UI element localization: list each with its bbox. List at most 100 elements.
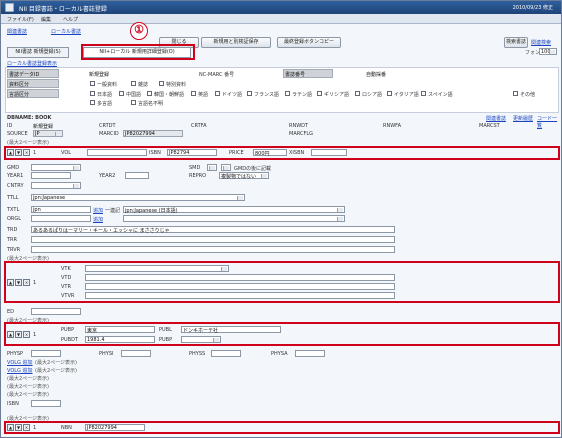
physi-field[interactable] [121, 350, 151, 357]
font-size-select[interactable]: 100 [539, 48, 557, 55]
lang-check-13[interactable] [131, 100, 136, 105]
move-up-icon[interactable]: ▲ [7, 149, 14, 156]
lang-check-2[interactable] [147, 91, 152, 96]
isbn-bottom-field[interactable] [31, 400, 61, 407]
lang-check-5[interactable] [247, 91, 252, 96]
nbn-field[interactable]: JP82027994 [85, 424, 145, 431]
vt-delete-icon[interactable]: × [23, 279, 30, 286]
gmd2-select[interactable] [221, 164, 231, 171]
lang-check-0[interactable] [90, 91, 95, 96]
pubp-field[interactable]: 東京 [85, 326, 155, 334]
lang-check-10[interactable] [421, 91, 426, 96]
history-link[interactable]: 更新履歴 [513, 115, 533, 122]
new-save-button[interactable]: 新規用と別検証保存 [201, 37, 271, 48]
txtl-sub-select[interactable]: jpn:Japanese (日本語) [123, 206, 345, 214]
related-record-link[interactable]: 関連書誌 [486, 115, 506, 122]
lang-check-9[interactable] [387, 91, 392, 96]
move-down-icon[interactable]: ▼ [15, 149, 22, 156]
gmd-label: GMD [7, 165, 20, 171]
dbname-header: DBNAME: BOOK [7, 115, 52, 121]
code-list-link[interactable]: コード一覧 [537, 115, 561, 129]
menu-help[interactable]: ヘルプ [63, 16, 78, 23]
help-link[interactable]: 関連検索 [531, 39, 551, 46]
trr-label: TRR [7, 237, 18, 243]
lang-check-6[interactable] [285, 91, 290, 96]
tab-nii-new[interactable]: NII書誌 新規登録(S) [7, 47, 69, 58]
related-link[interactable]: 関連書誌 [7, 28, 27, 35]
vol-field[interactable] [87, 149, 147, 156]
year1-field[interactable] [31, 172, 71, 179]
nbn-delete-icon[interactable]: × [23, 424, 30, 431]
repro-select[interactable]: 複製物ではない [219, 172, 269, 180]
trr-field[interactable] [31, 236, 395, 243]
orgl-sub-select[interactable] [123, 215, 345, 222]
isbn-field[interactable]: JP82794 [167, 149, 217, 156]
vtk-select[interactable] [85, 265, 229, 272]
cntry-select[interactable] [31, 182, 81, 189]
year2-label: YEAR2 [99, 173, 116, 179]
pub-delete-icon[interactable]: × [23, 331, 30, 338]
ttll-select[interactable]: jpn:Japanese [31, 194, 245, 201]
xisbn-label: XISBN [289, 150, 305, 156]
pubp2-select[interactable] [181, 336, 221, 343]
smd-select[interactable] [207, 164, 217, 171]
trd-field[interactable]: あるあるぱりはーマリー・キール・エッシャに まささりじゃ [31, 226, 395, 234]
cat-check-0[interactable] [90, 81, 95, 86]
lang-option-4: ドイツ語 [222, 92, 243, 98]
vtvr-label: VTVR [61, 293, 75, 299]
crtdt-label: CRTDT [99, 123, 116, 129]
local-display-link[interactable]: ローカル書誌登録表示 [7, 60, 57, 67]
menu-file[interactable]: ファイル(F) [7, 16, 34, 23]
ttll-value: jpn:Japanese [33, 195, 66, 201]
delete-icon[interactable]: × [23, 149, 30, 156]
xisbn-field[interactable] [311, 149, 347, 156]
lang-check-12[interactable] [90, 100, 95, 105]
menu-edit[interactable]: 編集 [41, 16, 51, 23]
txtl-field[interactable]: jpn [31, 206, 91, 213]
trvr-field[interactable] [31, 246, 395, 253]
publ-field[interactable]: ドンキホーテ社 [181, 326, 281, 334]
orgl-add-link[interactable]: 追加 [93, 216, 103, 223]
price-field[interactable]: 800円 [253, 149, 287, 157]
vtd-label: VTD [61, 275, 72, 281]
lang-check-4[interactable] [215, 91, 220, 96]
lang-check-3[interactable] [191, 91, 196, 96]
physs-field[interactable] [211, 350, 241, 357]
physp-field[interactable] [31, 350, 61, 357]
vtr-label: VTR [61, 284, 71, 290]
marcid-field[interactable]: JP82027994 [123, 130, 183, 137]
nbn-move-down-icon[interactable]: ▼ [15, 424, 22, 431]
year2-field[interactable] [125, 172, 149, 179]
note-link-1[interactable]: VOLG 追加 [7, 359, 33, 366]
pubdt-field[interactable]: 1981.4 [85, 336, 155, 343]
lang-check-7[interactable] [317, 91, 322, 96]
physa-field[interactable] [295, 350, 325, 357]
vol-label: VOL [61, 150, 72, 156]
vtr-field[interactable] [85, 283, 395, 290]
vtvr-field[interactable] [85, 292, 395, 299]
gmd-select[interactable] [31, 164, 81, 171]
lang-check-11[interactable] [513, 91, 518, 96]
vtd-field[interactable] [85, 274, 395, 281]
lang-check-8[interactable] [355, 91, 360, 96]
source-select[interactable]: JP [33, 130, 63, 137]
application-window: NII 目録書誌・ローカル書誌登録 2010/09/23 修正 ファイル(F) … [0, 0, 562, 438]
cat-label-box: 資料区分 [7, 79, 59, 88]
cat-check-1[interactable] [131, 81, 136, 86]
vt-move-down-icon[interactable]: ▼ [15, 279, 22, 286]
orgl-field[interactable] [31, 215, 91, 222]
pub-move-up-icon[interactable]: ▲ [7, 331, 14, 338]
cat-check-2[interactable] [159, 81, 164, 86]
search-record-button[interactable]: 検索書誌 [504, 37, 528, 48]
local-link[interactable]: ローカル書誌 [51, 28, 81, 35]
detail-copy-button[interactable]: 最終登録ボタンコピー [277, 37, 341, 48]
ed-field[interactable] [31, 308, 81, 315]
vt-move-up-icon[interactable]: ▲ [7, 279, 14, 286]
note-link-2[interactable]: VOLG 追加 [7, 367, 33, 374]
nbn-index: 1 [33, 425, 37, 431]
txtl-add-link[interactable]: 追加 [93, 207, 103, 214]
nbn-move-up-icon[interactable]: ▲ [7, 424, 14, 431]
source-label: SOURCE [7, 131, 28, 137]
lang-check-1[interactable] [119, 91, 124, 96]
pub-move-down-icon[interactable]: ▼ [15, 331, 22, 338]
